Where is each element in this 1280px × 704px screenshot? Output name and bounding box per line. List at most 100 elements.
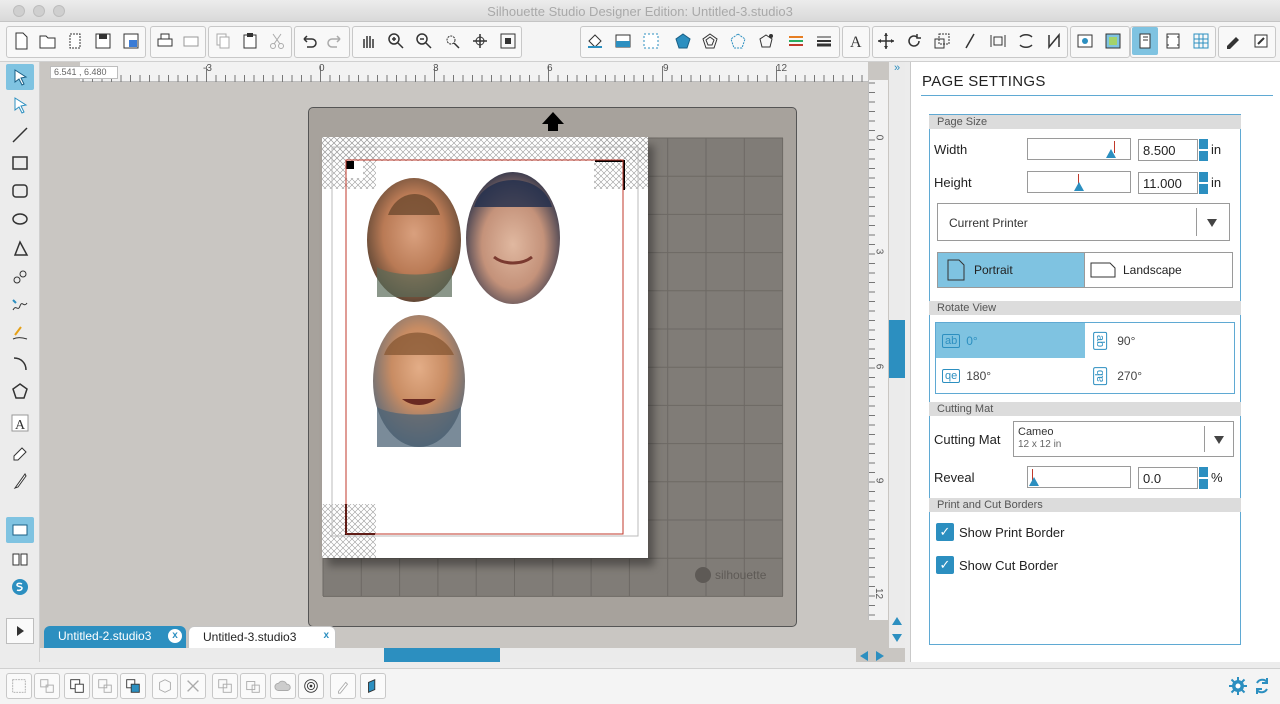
bring-to-front-icon[interactable] <box>120 673 146 699</box>
modify-icon[interactable] <box>1041 27 1067 55</box>
width-slider-thumb[interactable] <box>1105 149 1116 158</box>
cutting-mat-dropdown[interactable]: Cameo 12 x 12 in <box>1013 421 1234 457</box>
reveal-field[interactable]: 0.0 <box>1138 467 1198 489</box>
vertical-scrollbar[interactable]: » <box>889 62 905 648</box>
weld-icon[interactable] <box>152 673 178 699</box>
reveal-slider-thumb[interactable] <box>1029 477 1039 486</box>
edit-points-icon[interactable] <box>6 92 34 118</box>
grid-settings-icon[interactable] <box>1188 27 1214 55</box>
horizontal-scroll-thumb[interactable] <box>384 648 500 662</box>
line-weight-icon[interactable] <box>811 27 837 55</box>
rounded-rectangle-tool-icon[interactable] <box>6 178 34 204</box>
page-document[interactable] <box>322 137 648 558</box>
paste-icon[interactable] <box>237 27 263 55</box>
height-field[interactable]: 11.000 <box>1138 172 1198 194</box>
close-tab-icon[interactable]: x <box>323 630 329 641</box>
rotate-180-option[interactable]: qe 180° <box>936 359 1085 393</box>
transform-icon[interactable] <box>873 27 899 55</box>
save-icon[interactable] <box>90 27 116 55</box>
curve-tool-icon[interactable] <box>6 264 34 290</box>
zoom-select-icon[interactable] <box>439 27 465 55</box>
cloud-icon[interactable] <box>270 673 296 699</box>
pan-hand-icon[interactable] <box>355 27 381 55</box>
text-tool-icon[interactable]: A <box>6 410 34 436</box>
polygon-tool-icon[interactable] <box>6 236 34 262</box>
width-slider[interactable] <box>1027 138 1131 160</box>
landscape-option[interactable]: Landscape <box>1084 252 1233 288</box>
width-field[interactable]: 8.500 <box>1138 139 1198 161</box>
group-icon[interactable] <box>6 673 32 699</box>
duplicate-icon[interactable] <box>212 673 238 699</box>
trace-pen-icon[interactable] <box>330 673 356 699</box>
offset-target-icon[interactable] <box>298 673 324 699</box>
drag-zoom-icon[interactable] <box>467 27 493 55</box>
zoom-out-icon[interactable] <box>411 27 437 55</box>
regular-polygon-icon[interactable] <box>6 378 34 404</box>
mirror-icon[interactable] <box>240 673 266 699</box>
width-increment-icon[interactable] <box>1199 139 1208 149</box>
line-tool-icon[interactable] <box>6 122 34 148</box>
arc-tool-icon[interactable] <box>6 350 34 376</box>
height-slider-thumb[interactable] <box>1074 182 1084 191</box>
rectangle-tool-icon[interactable] <box>6 150 34 176</box>
play-icon[interactable] <box>6 618 34 644</box>
select-arrow-icon[interactable] <box>6 64 34 90</box>
rotate-0-option[interactable]: ab 0° <box>936 323 1085 358</box>
printer-dropdown[interactable]: Current Printer <box>937 203 1230 241</box>
rotate-90-option[interactable]: ab 90° <box>1091 323 1231 358</box>
trace-icon[interactable] <box>753 27 779 55</box>
fill-gradient-icon[interactable] <box>610 27 636 55</box>
line-properties-icon[interactable] <box>783 27 809 55</box>
scale-icon[interactable] <box>929 27 955 55</box>
release-compound-path-icon[interactable] <box>92 673 118 699</box>
close-tab-icon[interactable]: x <box>168 629 182 643</box>
print-cut-icon[interactable] <box>178 27 204 55</box>
offset-icon[interactable] <box>725 27 751 55</box>
new-document-icon[interactable] <box>8 27 34 55</box>
reveal-increment-icon[interactable] <box>1199 467 1208 477</box>
show-print-border-checkbox[interactable]: ✓ <box>936 523 954 541</box>
send-to-back-icon[interactable] <box>360 673 386 699</box>
page-settings-icon[interactable] <box>1132 27 1158 55</box>
line-style-icon[interactable] <box>697 27 723 55</box>
height-increment-icon[interactable] <box>1199 172 1208 182</box>
portrait-option[interactable]: Portrait <box>937 252 1085 288</box>
cut-settings-icon[interactable] <box>1160 27 1186 55</box>
library-icon[interactable] <box>62 27 88 55</box>
send-to-silhouette-icon[interactable] <box>1220 27 1246 55</box>
vertical-scroll-thumb[interactable] <box>889 320 905 378</box>
print-icon[interactable] <box>152 27 178 55</box>
redo-icon[interactable] <box>322 27 348 55</box>
scroll-right-icon[interactable] <box>876 651 884 661</box>
tab-untitled-3[interactable]: Untitled-3.studio3 x <box>188 626 336 648</box>
text-style-icon[interactable]: A <box>843 27 869 55</box>
align-icon[interactable] <box>985 27 1011 55</box>
shear-icon[interactable] <box>957 27 983 55</box>
height-slider[interactable] <box>1027 171 1131 193</box>
eraser-tool-icon[interactable] <box>6 440 34 466</box>
design-view-icon[interactable] <box>6 517 34 543</box>
store-icon[interactable] <box>1100 27 1126 55</box>
sync-icon[interactable] <box>1252 676 1272 696</box>
rotate-icon[interactable] <box>901 27 927 55</box>
smooth-freehand-icon[interactable] <box>6 320 34 346</box>
cut-scissors-icon[interactable] <box>264 27 290 55</box>
height-decrement-icon[interactable] <box>1199 184 1208 194</box>
show-cut-border-checkbox[interactable]: ✓ <box>936 556 954 574</box>
height-stepper[interactable] <box>1199 172 1208 194</box>
reveal-decrement-icon[interactable] <box>1199 479 1208 489</box>
print-cut-send-icon[interactable] <box>1248 27 1274 55</box>
replicate-icon[interactable] <box>1013 27 1039 55</box>
save-to-library-icon[interactable] <box>118 27 144 55</box>
zoom-in-icon[interactable] <box>383 27 409 55</box>
scroll-left-icon[interactable] <box>860 651 868 661</box>
freehand-tool-icon[interactable] <box>6 292 34 318</box>
knife-icon[interactable] <box>1072 27 1098 55</box>
open-folder-icon[interactable] <box>35 27 61 55</box>
delete-icon[interactable] <box>180 673 206 699</box>
rotate-270-option[interactable]: ab 270° <box>1091 359 1231 393</box>
ungroup-icon[interactable] <box>34 673 60 699</box>
copy-icon[interactable] <box>210 27 236 55</box>
gear-icon[interactable] <box>1228 676 1248 696</box>
library-book-icon[interactable] <box>6 546 34 572</box>
